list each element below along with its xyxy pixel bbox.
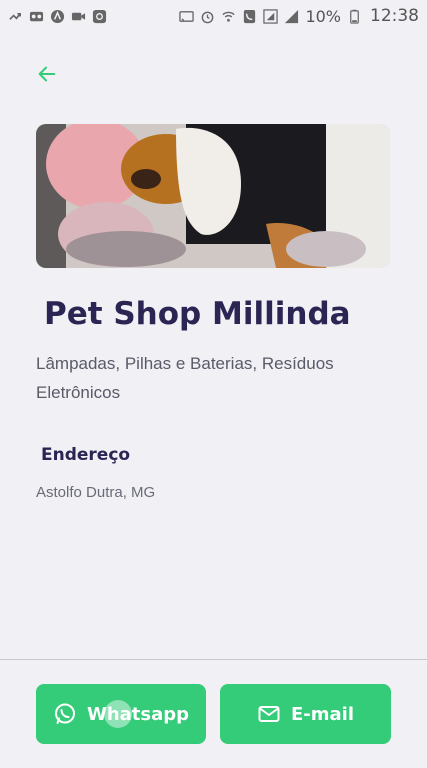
mail-icon <box>258 706 280 722</box>
alarm-icon <box>200 9 215 24</box>
battery-percent: 10% <box>305 6 341 26</box>
clock: 12:38 <box>370 6 419 26</box>
battery-icon <box>347 9 362 24</box>
whatsapp-icon <box>54 703 75 724</box>
point-categories: Lâmpadas, Pilhas e Baterias, Resíduos El… <box>36 354 334 402</box>
status-bar-right: 10% 12:38 <box>179 6 419 26</box>
voicemail-icon <box>29 9 44 24</box>
address-value: Astolfo Dutra, MG <box>36 484 156 501</box>
phone-icon <box>242 9 257 24</box>
email-button[interactable]: E-mail <box>220 684 391 744</box>
video-icon <box>71 9 86 24</box>
address-label: Endereço <box>41 445 131 465</box>
signal-icon <box>284 9 299 24</box>
back-button[interactable] <box>33 60 61 88</box>
missed-call-icon <box>8 9 23 24</box>
status-bar-left <box>8 9 107 24</box>
app-at-icon <box>92 9 107 24</box>
point-image <box>36 124 390 268</box>
arrow-left-icon <box>38 66 56 82</box>
point-name: Pet Shop Millinda <box>44 296 351 332</box>
dog-photo <box>36 124 390 268</box>
whatsapp-label: Whatsapp <box>86 703 190 725</box>
touch-ripple <box>104 700 132 728</box>
wifi-call-icon <box>221 9 236 24</box>
cast-icon <box>179 9 195 24</box>
app-a-icon <box>50 9 65 24</box>
status-bar: 10% 12:38 <box>0 0 427 32</box>
email-label: E-mail <box>290 703 354 725</box>
signal-box-icon <box>263 8 279 24</box>
